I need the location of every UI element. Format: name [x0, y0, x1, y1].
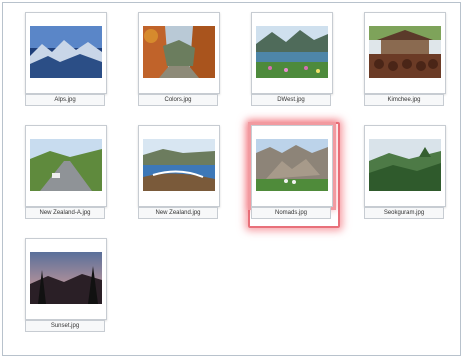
new-zealand-thumbnail — [143, 139, 215, 191]
file-name-label: Sunset.jpg — [25, 320, 105, 332]
thumbnail-card[interactable] — [364, 12, 446, 94]
file-item-new-zealand[interactable]: New Zealand.jpg — [138, 125, 220, 223]
file-item-new-zealand-a[interactable]: New Zealand-A.jpg — [25, 125, 107, 223]
dwest-thumbnail — [256, 26, 328, 78]
sunset-thumbnail — [30, 252, 102, 304]
thumbnail-card[interactable] — [251, 12, 333, 94]
thumbnail-grid: Alps.jpg Colors.jpg DWest.jpg Kimchee.jp… — [3, 3, 460, 355]
file-name-label: Kimchee.jpg — [364, 94, 444, 106]
thumbnail-card[interactable] — [364, 125, 446, 207]
thumbnail-card[interactable] — [25, 238, 107, 320]
seokguram-thumbnail — [369, 139, 441, 191]
file-name-label: DWest.jpg — [251, 94, 331, 106]
thumbnail-card[interactable] — [248, 122, 336, 210]
file-item-colors[interactable]: Colors.jpg — [138, 12, 220, 110]
file-browser-pane: Alps.jpg Colors.jpg DWest.jpg Kimchee.jp… — [2, 2, 461, 356]
file-item-kimchee[interactable]: Kimchee.jpg — [364, 12, 446, 110]
file-name-label: Seokguram.jpg — [364, 207, 444, 219]
alps-thumbnail — [30, 26, 102, 78]
file-name-label: New Zealand-A.jpg — [25, 207, 105, 219]
thumbnail-card[interactable] — [25, 125, 107, 207]
thumbnail-card[interactable] — [138, 12, 220, 94]
colors-thumbnail — [143, 26, 215, 78]
file-name-label: Alps.jpg — [25, 94, 105, 106]
file-item-seokguram[interactable]: Seokguram.jpg — [364, 125, 446, 223]
file-name-label: Colors.jpg — [138, 94, 218, 106]
file-item-nomads[interactable]: Nomads.jpg — [248, 122, 340, 228]
kimchee-thumbnail — [369, 26, 441, 78]
file-item-alps[interactable]: Alps.jpg — [25, 12, 107, 110]
file-name-label: New Zealand.jpg — [138, 207, 218, 219]
thumbnail-card[interactable] — [25, 12, 107, 94]
nomads-thumbnail — [256, 139, 328, 191]
file-name-label: Nomads.jpg — [251, 207, 331, 219]
thumbnail-card[interactable] — [138, 125, 220, 207]
file-item-dwest[interactable]: DWest.jpg — [251, 12, 333, 110]
new-zealand-a-thumbnail — [30, 139, 102, 191]
file-item-sunset[interactable]: Sunset.jpg — [25, 238, 107, 336]
